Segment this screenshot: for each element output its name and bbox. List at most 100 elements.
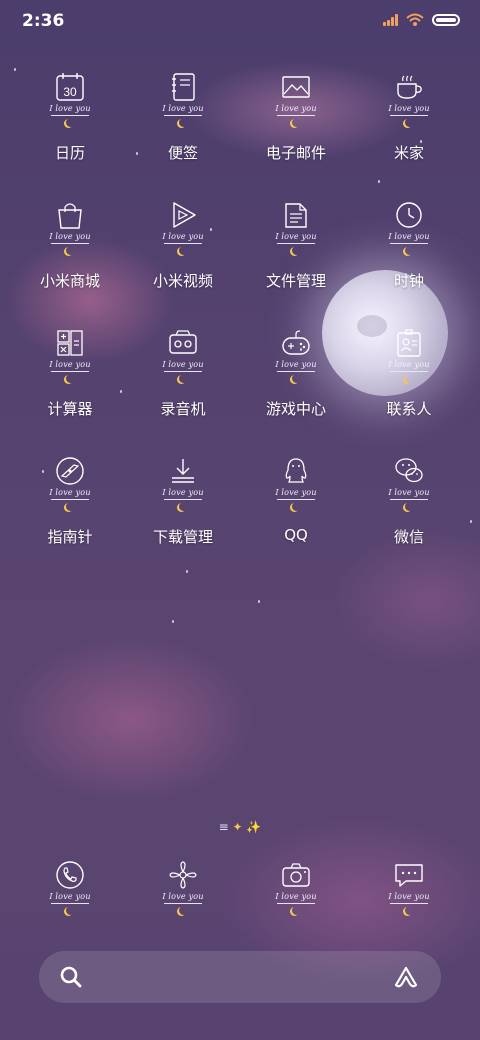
app-tag: I love you <box>162 232 204 241</box>
app-email[interactable]: I love you 电子邮件 <box>240 70 352 163</box>
app-tag: I love you <box>162 892 204 901</box>
contacts-icon <box>397 329 421 357</box>
crescent-icon <box>405 374 414 383</box>
crescent-icon <box>179 502 188 511</box>
status-bar: 2:36 <box>0 0 480 42</box>
app-label: 小米商城 <box>39 272 100 290</box>
search-bar[interactable] <box>39 951 441 1003</box>
app-label: 指南针 <box>47 528 93 546</box>
crescent-icon <box>405 906 414 915</box>
app-game-center[interactable]: I love you 游戏中心 <box>240 326 352 419</box>
page-dots-indicator: ✦ ✨ <box>232 820 262 834</box>
dock-gallery[interactable]: I love you <box>127 858 239 928</box>
app-label: 录音机 <box>160 400 206 418</box>
app-mijia[interactable]: I love you 米家 <box>353 70 465 163</box>
battery-icon <box>432 14 460 26</box>
crescent-icon <box>66 502 75 511</box>
calendar-icon: 30 <box>56 73 84 101</box>
app-mi-video[interactable]: I love you 小米视频 <box>127 198 239 291</box>
signal-icon <box>383 14 398 26</box>
app-label: 文件管理 <box>265 272 326 290</box>
gamepad-icon <box>282 330 310 355</box>
star <box>172 620 174 623</box>
crescent-icon <box>292 118 301 127</box>
crescent-icon <box>292 374 301 383</box>
app-calculator[interactable]: I love you 计算器 <box>14 326 126 419</box>
dock-camera[interactable]: I love you <box>240 858 352 928</box>
crescent-icon <box>179 246 188 255</box>
notes-icon <box>172 73 195 101</box>
star <box>258 600 260 603</box>
dock-phone[interactable]: I love you <box>14 858 126 928</box>
assistant-icon[interactable] <box>393 965 419 989</box>
app-contacts[interactable]: I love you 联系人 <box>353 326 465 419</box>
app-label: 游戏中心 <box>265 400 326 418</box>
star <box>470 520 472 523</box>
app-tag: I love you <box>162 104 204 113</box>
app-recorder[interactable]: I love you 录音机 <box>127 326 239 419</box>
star <box>378 180 380 183</box>
page-indicator[interactable]: ≡ ✦ ✨ <box>0 820 480 834</box>
app-file-manager[interactable]: I love you 文件管理 <box>240 198 352 291</box>
app-calendar[interactable]: 30 I love you 日历 <box>14 70 126 163</box>
email-icon <box>282 76 310 98</box>
app-tag: I love you <box>49 892 91 901</box>
app-label: 电子邮件 <box>265 144 326 162</box>
app-label: 便签 <box>167 144 198 162</box>
app-label: 计算器 <box>47 400 93 418</box>
app-wechat[interactable]: I love you 微信 <box>353 454 465 547</box>
app-tag: I love you <box>388 104 430 113</box>
phone-icon <box>56 861 84 889</box>
qq-penguin-icon <box>285 458 307 483</box>
status-icons <box>383 13 460 27</box>
app-tag: I love you <box>388 232 430 241</box>
dock-messages[interactable]: I love you <box>353 858 465 928</box>
wechat-icon <box>395 458 423 483</box>
wifi-icon <box>406 13 424 26</box>
star <box>186 570 188 573</box>
app-label: 小米视频 <box>152 272 213 290</box>
app-tag: I love you <box>275 488 317 497</box>
crescent-icon <box>405 118 414 127</box>
app-tag: I love you <box>275 232 317 241</box>
video-play-icon <box>173 202 196 228</box>
app-tag: I love you <box>49 232 91 241</box>
camera-icon <box>282 863 310 887</box>
app-tag: I love you <box>49 488 91 497</box>
download-icon <box>172 459 194 483</box>
crescent-icon <box>292 906 301 915</box>
app-tag: I love you <box>388 892 430 901</box>
app-label: 日历 <box>54 144 85 162</box>
crescent-icon <box>179 118 188 127</box>
page-lines-indicator: ≡ <box>218 820 229 834</box>
file-icon <box>285 203 307 228</box>
app-label: 微信 <box>393 528 424 546</box>
app-tag: I love you <box>388 488 430 497</box>
message-icon <box>395 864 423 887</box>
crescent-icon <box>405 246 414 255</box>
app-tag: I love you <box>275 360 317 369</box>
app-tag: I love you <box>388 360 430 369</box>
app-compass[interactable]: I love you 指南针 <box>14 454 126 547</box>
app-tag: I love you <box>275 104 317 113</box>
crescent-icon <box>292 246 301 255</box>
crescent-icon <box>405 502 414 511</box>
app-clock[interactable]: I love you 时钟 <box>353 198 465 291</box>
crescent-icon <box>66 118 75 127</box>
search-icon[interactable] <box>59 965 83 989</box>
calculator-icon <box>57 330 83 356</box>
clock-icon <box>396 202 422 228</box>
app-label: 米家 <box>393 144 424 162</box>
app-qq[interactable]: I love you QQ <box>240 454 352 544</box>
app-label: 时钟 <box>393 272 424 290</box>
app-notes[interactable]: I love you 便签 <box>127 70 239 163</box>
app-tag: I love you <box>49 104 91 113</box>
calendar-date: 30 <box>63 85 77 99</box>
cup-icon <box>397 75 422 99</box>
app-label: 联系人 <box>386 400 432 418</box>
app-download-manager[interactable]: I love you 下载管理 <box>127 454 239 547</box>
app-mi-store[interactable]: I love you 小米商城 <box>14 198 126 291</box>
status-time: 2:36 <box>22 11 65 31</box>
app-tag: I love you <box>162 488 204 497</box>
app-tag: I love you <box>275 892 317 901</box>
